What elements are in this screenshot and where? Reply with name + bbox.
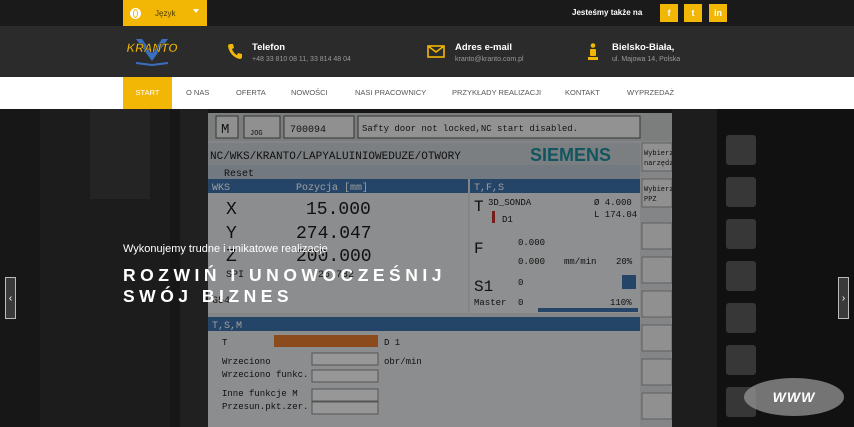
linkedin-icon: in — [714, 8, 722, 18]
logo[interactable]: KRANTO — [122, 37, 182, 67]
address-value: ul. Majowa 14, Polska — [612, 56, 681, 63]
nav-item-wyprzedaz[interactable]: WYPRZEDAŻ — [627, 77, 674, 109]
language-label: Język — [155, 8, 176, 18]
linkedin-button[interactable]: in — [709, 4, 727, 22]
site-header: KRANTO Telefon +48 33 810 08 11, 33 814 … — [0, 26, 854, 77]
social-text: Jesteśmy także na — [572, 8, 643, 17]
nav-item-nowosci[interactable]: NOWOŚCI — [291, 77, 328, 109]
twitter-button[interactable]: t — [684, 4, 702, 22]
facebook-icon: f — [667, 8, 671, 18]
nav-item-nasi-pracownicy[interactable]: NASI PRACOWNICY — [355, 77, 426, 109]
globe-icon — [130, 7, 141, 19]
phone-icon — [228, 44, 242, 59]
contact-email: Adres e-mail kranto@kranto.com.pl — [455, 42, 524, 63]
contact-phone: Telefon +48 33 810 08 11, 33 814 48 04 — [252, 42, 351, 63]
nav-item-o-nas[interactable]: O NAS — [186, 77, 209, 109]
chevron-right-icon: › — [841, 292, 846, 304]
contact-address: Bielsko-Biała, ul. Majowa 14, Polska — [612, 42, 680, 63]
hero-title-line2: SWÓJ BIZNES — [123, 286, 294, 306]
facebook-button[interactable]: f — [660, 4, 678, 22]
email-title: Adres e-mail — [455, 42, 513, 53]
nav-item-start[interactable]: START — [123, 77, 172, 109]
address-title: Bielsko-Biała, — [612, 42, 675, 53]
slider-prev-button[interactable]: ‹ — [5, 277, 16, 319]
twitter-icon: t — [691, 8, 695, 18]
www-badge[interactable]: WWW — [744, 378, 844, 416]
nav-item-przyklady-realizacji[interactable]: PRZYKŁADY REALIZACJI — [452, 77, 541, 109]
chevron-left-icon: ‹ — [8, 292, 13, 304]
hero-title: ROZWIŃ I UNOWOCZEŚNIJ SWÓJ BIZNES — [123, 265, 446, 307]
chevron-down-icon — [193, 9, 199, 13]
hero-subtitle: Wykonujemy trudne i unikatowe realizacje — [123, 243, 328, 255]
phone-title: Telefon — [252, 42, 286, 53]
logo-text: KRANTO — [126, 41, 178, 55]
hero-slider: M JOG 700094 Safty door not locked,NC st… — [0, 109, 854, 427]
phone-value: +48 33 810 08 11, 33 814 48 04 — [252, 56, 351, 63]
nav-item-kontakt[interactable]: KONTAKT — [565, 77, 600, 109]
email-value[interactable]: kranto@kranto.com.pl — [455, 56, 524, 63]
envelope-icon — [427, 45, 445, 58]
nav-item-oferta[interactable]: OFERTA — [236, 77, 266, 109]
main-nav: START O NAS OFERTA NOWOŚCI NASI PRACOWNI… — [0, 77, 854, 109]
language-selector[interactable]: Język — [123, 0, 207, 26]
top-bar: Język Jesteśmy także na f t in — [0, 0, 854, 26]
person-icon — [588, 43, 598, 60]
hero-title-line1: ROZWIŃ I UNOWOCZEŚNIJ — [123, 265, 446, 285]
slider-next-button[interactable]: › — [838, 277, 849, 319]
